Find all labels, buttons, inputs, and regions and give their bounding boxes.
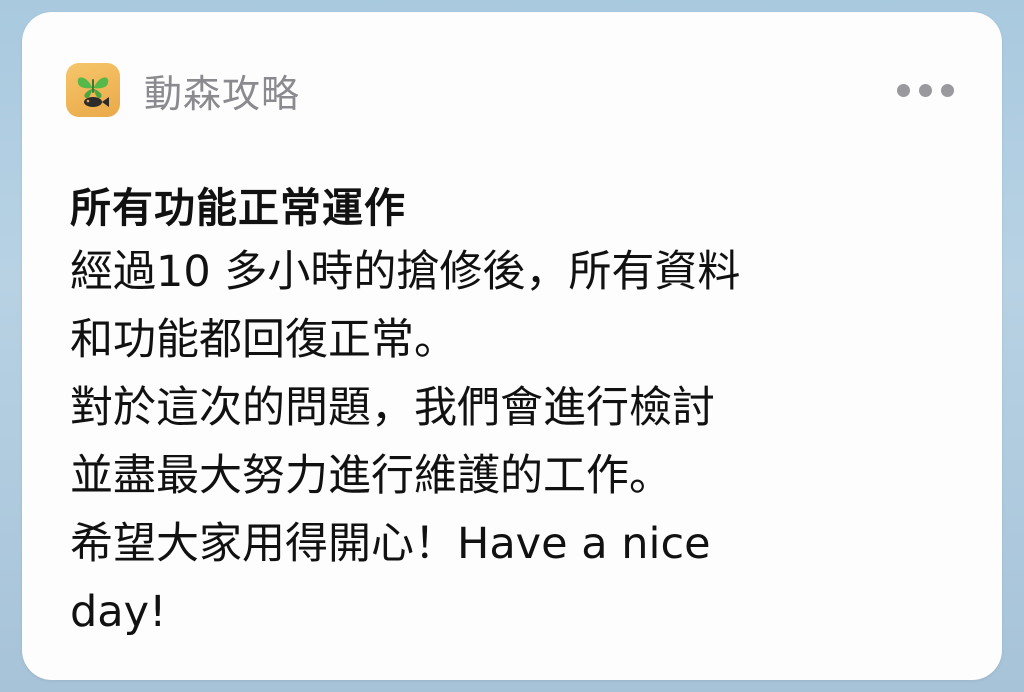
body-line: day! <box>70 587 167 637</box>
body-line: 希望大家用得開心！Have a nice <box>70 519 711 569</box>
app-name: 動森攻略 <box>144 71 301 116</box>
notification-card[interactable]: 動森攻略 所有功能正常運作 經過10 多小時的搶修後，所有資料 和功能都回復正常… <box>22 12 1002 680</box>
ellipsis-icon[interactable] <box>893 78 958 103</box>
notification-content: 所有功能正常運作 經過10 多小時的搶修後，所有資料 和功能都回復正常。 對於這… <box>70 178 962 646</box>
notification-header: 動森攻略 <box>66 62 958 118</box>
butterfly-fish-icon <box>66 63 120 117</box>
more-dot <box>941 83 954 97</box>
notification-title: 所有功能正常運作 <box>70 184 406 232</box>
body-line: 對於這次的問題，我們會進行檢討 <box>70 383 715 433</box>
more-dot <box>897 83 910 97</box>
more-dot <box>919 83 932 97</box>
notification-body: 經過10 多小時的搶修後，所有資料 和功能都回復正常。 對於這次的問題，我們會進… <box>70 238 962 646</box>
body-line: 和功能都回復正常。 <box>70 315 457 365</box>
body-line: 經過10 多小時的搶修後，所有資料 <box>70 247 741 297</box>
body-line: 並盡最大努力進行維護的工作。 <box>70 451 672 501</box>
